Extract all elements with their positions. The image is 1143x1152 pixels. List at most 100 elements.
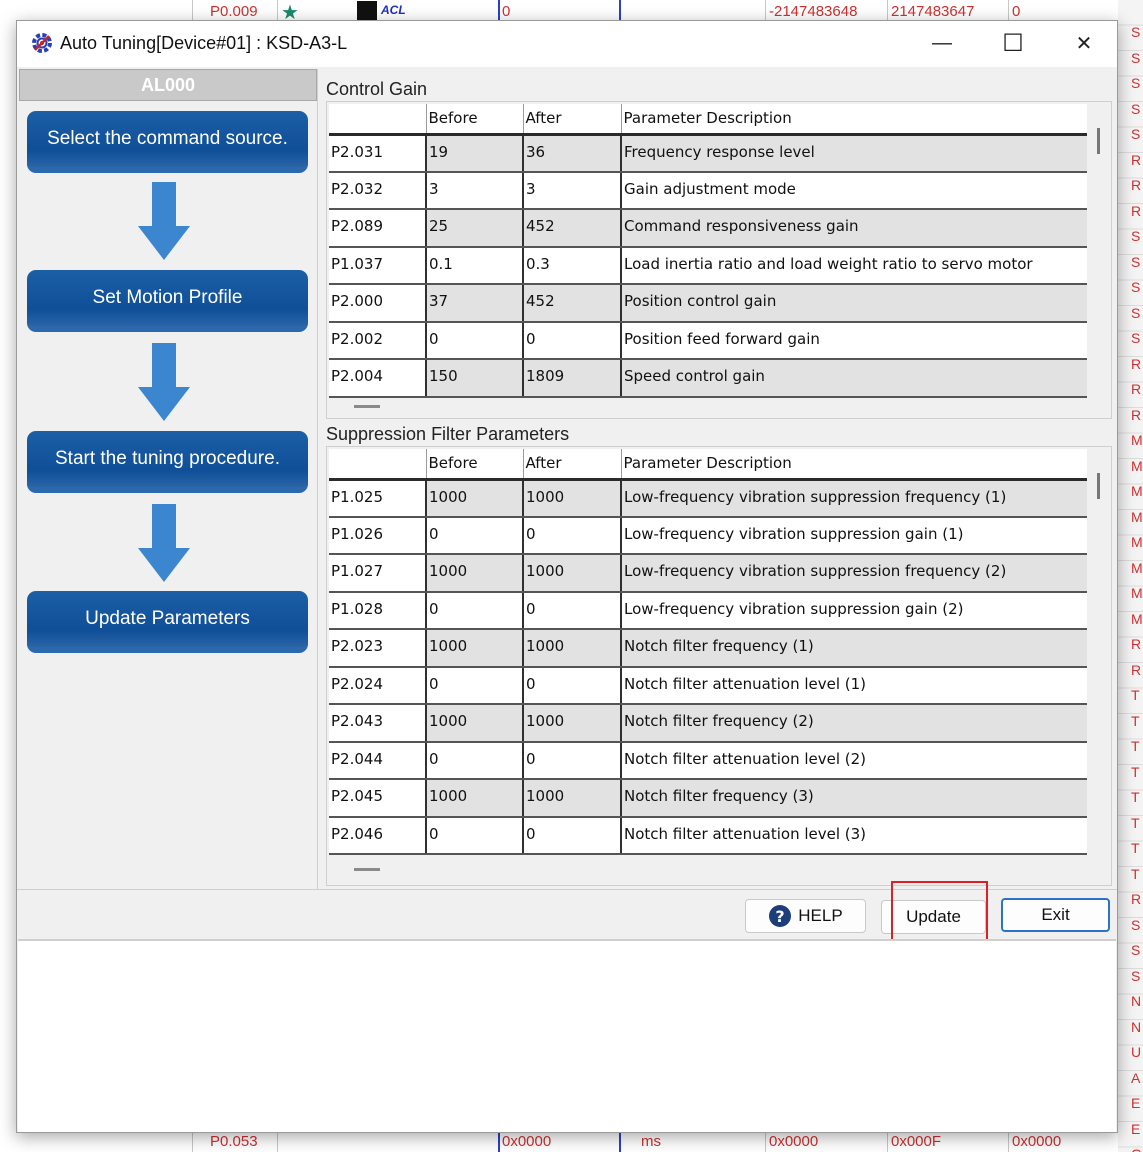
- parameter-code-cell[interactable]: P2.000: [329, 284, 426, 323]
- table-row[interactable]: P2.024 0 0 Notch filter attenuation level (…: [329, 666, 1087, 705]
- after-value-cell[interactable]: 0: [522, 516, 621, 555]
- parameter-code-cell[interactable]: P2.046: [329, 816, 426, 855]
- after-value-cell[interactable]: 0: [522, 741, 621, 780]
- before-value-cell[interactable]: 150: [425, 359, 523, 398]
- parameter-code-cell[interactable]: P1.025: [329, 479, 426, 518]
- table-row[interactable]: P2.032 3 3 Gain adjustment mode: [329, 171, 1087, 210]
- description-cell[interactable]: Low-frequency vibration suppression freq…: [620, 554, 1087, 593]
- parameter-code-cell[interactable]: P2.002: [329, 321, 426, 360]
- before-value-cell[interactable]: 25: [425, 209, 523, 248]
- help-button[interactable]: ? HELP: [745, 899, 866, 933]
- parameter-code-cell[interactable]: P2.044: [329, 741, 426, 780]
- parameter-code-cell[interactable]: P2.043: [329, 704, 426, 743]
- table-row[interactable]: P1.027 1000 1000 Low-frequency vibration su…: [329, 554, 1087, 593]
- before-value-cell[interactable]: 0.1: [425, 246, 523, 285]
- description-cell[interactable]: Notch filter frequency (3): [620, 779, 1087, 818]
- before-value-cell[interactable]: 0: [425, 741, 523, 780]
- table-row[interactable]: P2.043 1000 1000 Notch filter frequency (2): [329, 704, 1087, 743]
- after-value-cell[interactable]: 1000: [522, 554, 621, 593]
- parameter-code-cell[interactable]: P2.004: [329, 359, 426, 398]
- after-value-cell[interactable]: 3: [522, 171, 621, 210]
- table-row[interactable]: P2.044 0 0 Notch filter attenuation level (…: [329, 741, 1087, 780]
- parameter-code-cell[interactable]: P2.031: [329, 134, 426, 173]
- after-value-cell[interactable]: 1000: [522, 704, 621, 743]
- close-button[interactable]: ✕: [1049, 21, 1119, 65]
- parameter-code-cell[interactable]: P1.026: [329, 516, 426, 555]
- vertical-scrollbar[interactable]: [1097, 473, 1100, 499]
- after-value-cell[interactable]: 1809: [522, 359, 621, 398]
- after-value-cell[interactable]: 452: [522, 284, 621, 323]
- before-value-cell[interactable]: 1000: [425, 779, 523, 818]
- minimize-button[interactable]: —: [907, 21, 977, 65]
- table-row[interactable]: P2.002 0 0 Position feed forward gain: [329, 321, 1087, 360]
- description-cell[interactable]: Command responsiveness gain: [620, 209, 1087, 248]
- exit-button[interactable]: Exit: [1001, 898, 1110, 932]
- column-header-description[interactable]: Parameter Description: [620, 104, 1087, 136]
- horizontal-scrollbar[interactable]: [354, 405, 380, 408]
- table-row[interactable]: P1.028 0 0 Low-frequency vibration suppress…: [329, 591, 1087, 630]
- table-row[interactable]: P2.046 0 0 Notch filter attenuation level (…: [329, 816, 1087, 855]
- table-row[interactable]: P2.004 150 1809 Speed control gain: [329, 359, 1087, 398]
- table-row[interactable]: P2.031 19 36 Frequency response level: [329, 134, 1087, 173]
- table-row[interactable]: P1.037 0.1 0.3 Load inertia ratio and load …: [329, 246, 1087, 285]
- description-cell[interactable]: Load inertia ratio and load weight ratio…: [620, 246, 1087, 285]
- before-value-cell[interactable]: 1000: [425, 554, 523, 593]
- title-bar[interactable]: Auto Tuning[Device#01] : KSD-A3-L — ☐ ✕: [17, 21, 1117, 67]
- before-value-cell[interactable]: 0: [425, 321, 523, 360]
- after-value-cell[interactable]: 0: [522, 666, 621, 705]
- column-header-description[interactable]: Parameter Description: [620, 449, 1087, 481]
- parameter-code-cell[interactable]: P2.023: [329, 629, 426, 668]
- table-row[interactable]: P1.025 1000 1000 Low-frequency vibration su…: [329, 479, 1087, 518]
- table-row[interactable]: P2.023 1000 1000 Notch filter frequency (1): [329, 629, 1087, 668]
- column-header-after[interactable]: After: [522, 104, 621, 136]
- before-value-cell[interactable]: 19: [425, 134, 523, 173]
- after-value-cell[interactable]: 0: [522, 321, 621, 360]
- step-start-tuning[interactable]: Start the tuning procedure.: [27, 431, 308, 493]
- step-select-command-source[interactable]: Select the command source.: [27, 111, 308, 173]
- before-value-cell[interactable]: 1000: [425, 704, 523, 743]
- before-value-cell[interactable]: 1000: [425, 629, 523, 668]
- step-set-motion-profile[interactable]: Set Motion Profile: [27, 270, 308, 332]
- before-value-cell[interactable]: 37: [425, 284, 523, 323]
- vertical-scrollbar[interactable]: [1097, 128, 1100, 154]
- description-cell[interactable]: Low-frequency vibration suppression freq…: [620, 479, 1087, 518]
- after-value-cell[interactable]: 452: [522, 209, 621, 248]
- description-cell[interactable]: Gain adjustment mode: [620, 171, 1087, 210]
- horizontal-scrollbar[interactable]: [354, 868, 380, 871]
- after-value-cell[interactable]: 0: [522, 591, 621, 630]
- description-cell[interactable]: Notch filter attenuation level (2): [620, 741, 1087, 780]
- parameter-code-cell[interactable]: P2.045: [329, 779, 426, 818]
- parameter-code-cell[interactable]: P2.032: [329, 171, 426, 210]
- before-value-cell[interactable]: 1000: [425, 479, 523, 518]
- before-value-cell[interactable]: 0: [425, 666, 523, 705]
- before-value-cell[interactable]: 0: [425, 516, 523, 555]
- description-cell[interactable]: Low-frequency vibration suppression gain…: [620, 516, 1087, 555]
- after-value-cell[interactable]: 1000: [522, 779, 621, 818]
- before-value-cell[interactable]: 0: [425, 591, 523, 630]
- description-cell[interactable]: Position control gain: [620, 284, 1087, 323]
- step-update-parameters[interactable]: Update Parameters: [27, 591, 308, 653]
- maximize-button[interactable]: ☐: [978, 21, 1048, 65]
- after-value-cell[interactable]: 36: [522, 134, 621, 173]
- description-cell[interactable]: Notch filter frequency (1): [620, 629, 1087, 668]
- parameter-code-cell[interactable]: P1.028: [329, 591, 426, 630]
- description-cell[interactable]: Low-frequency vibration suppression gain…: [620, 591, 1087, 630]
- after-value-cell[interactable]: 1000: [522, 629, 621, 668]
- description-cell[interactable]: Notch filter attenuation level (1): [620, 666, 1087, 705]
- description-cell[interactable]: Notch filter attenuation level (3): [620, 816, 1087, 855]
- after-value-cell[interactable]: 0: [522, 816, 621, 855]
- parameter-code-cell[interactable]: P1.027: [329, 554, 426, 593]
- description-cell[interactable]: Speed control gain: [620, 359, 1087, 398]
- description-cell[interactable]: Position feed forward gain: [620, 321, 1087, 360]
- column-header-before[interactable]: Before: [425, 104, 523, 136]
- description-cell[interactable]: Frequency response level: [620, 134, 1087, 173]
- after-value-cell[interactable]: 1000: [522, 479, 621, 518]
- after-value-cell[interactable]: 0.3: [522, 246, 621, 285]
- table-row[interactable]: P2.045 1000 1000 Notch filter frequency (3): [329, 779, 1087, 818]
- table-row[interactable]: P2.089 25 452 Command responsiveness gain: [329, 209, 1087, 248]
- parameter-code-cell[interactable]: P2.089: [329, 209, 426, 248]
- before-value-cell[interactable]: 3: [425, 171, 523, 210]
- before-value-cell[interactable]: 0: [425, 816, 523, 855]
- table-row[interactable]: P1.026 0 0 Low-frequency vibration suppress…: [329, 516, 1087, 555]
- parameter-code-cell[interactable]: P2.024: [329, 666, 426, 705]
